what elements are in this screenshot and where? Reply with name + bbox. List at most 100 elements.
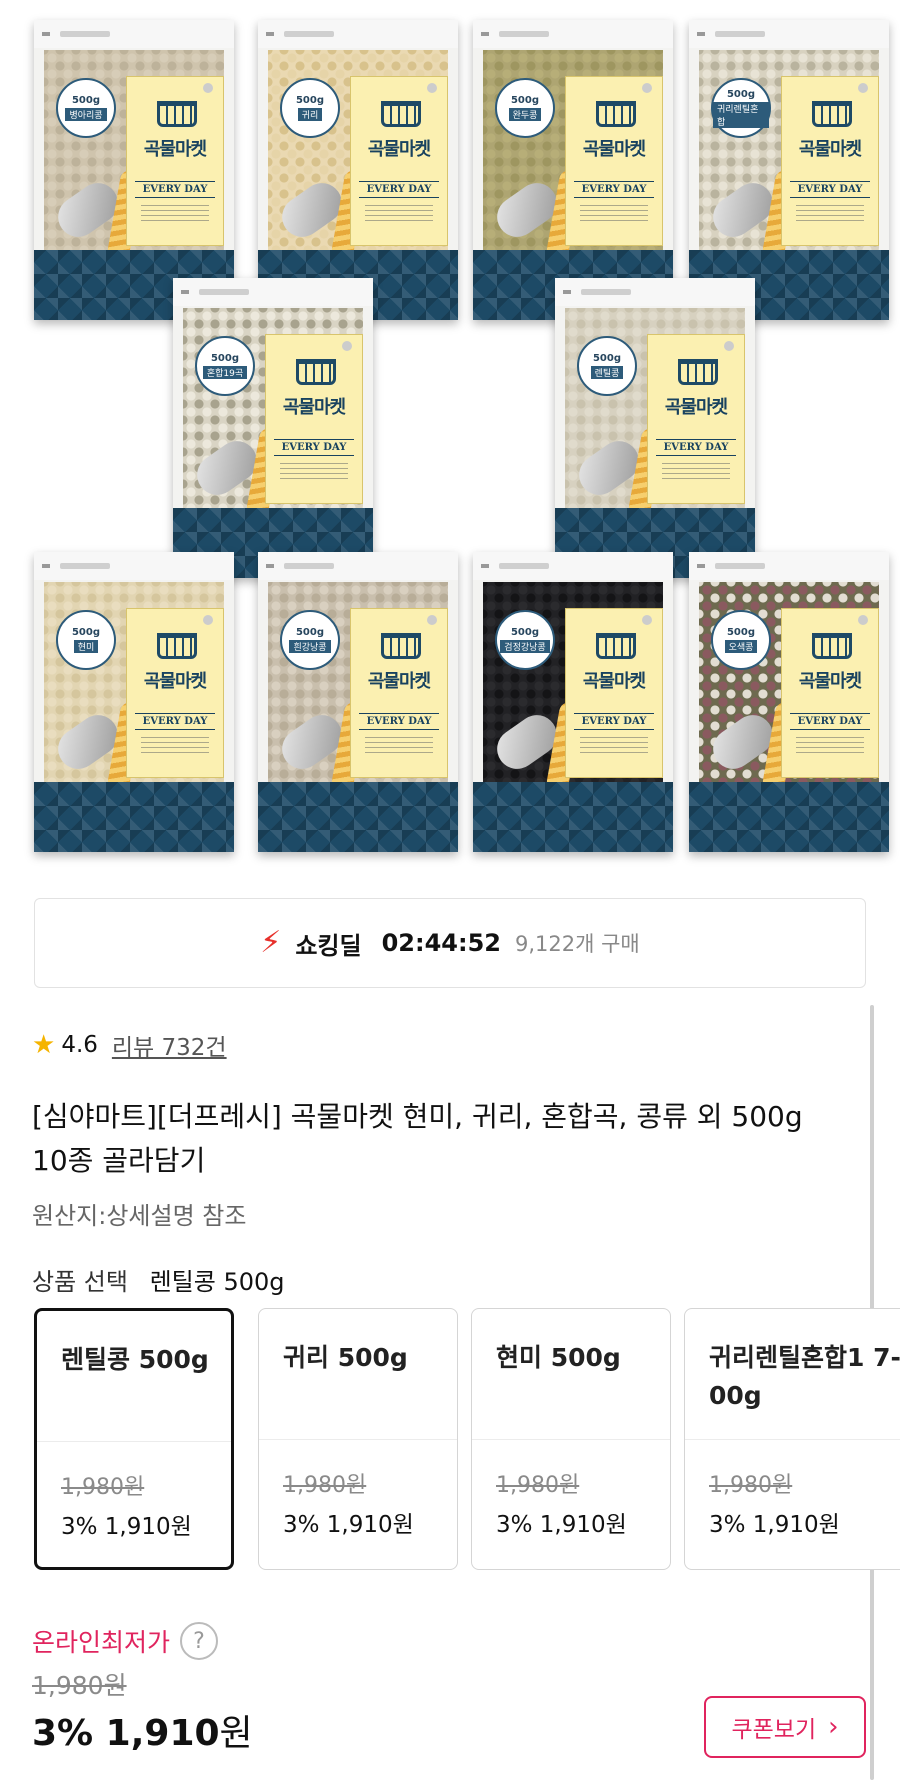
plaid-band	[689, 782, 889, 852]
basket-icon	[596, 101, 636, 127]
option-divider	[472, 1439, 670, 1440]
bag-weight: 500g	[510, 95, 540, 106]
option-select-label: 상품 선택 렌틸콩 500g	[32, 1262, 285, 1297]
bag-top	[555, 278, 755, 306]
final-price-value: 1,910	[105, 1713, 220, 1754]
basket-icon	[381, 633, 421, 659]
bag-label: 곡물마켓 EVERY DAY	[781, 76, 879, 246]
option-name: 귀리 500g	[283, 1343, 408, 1372]
plaid-band	[258, 782, 458, 852]
plaid-band	[473, 782, 673, 852]
rating-score: 4.6	[61, 1032, 98, 1058]
bag-grain-name: 흰강낭콩	[289, 640, 331, 653]
bag-top	[173, 278, 373, 306]
option-label: 상품 선택	[32, 1268, 128, 1296]
option-card[interactable]: 현미 500g 1,980원 3% 1,910원	[471, 1308, 671, 1570]
bag-tagline: EVERY DAY	[274, 439, 354, 456]
weight-badge: 500g 병아리콩	[56, 78, 116, 138]
deal-timer: 02:44:52	[381, 929, 501, 957]
lowest-price-row: 온라인최저가 ?	[32, 1622, 219, 1660]
option-sale-price: 3% 1,910원	[709, 1512, 840, 1538]
final-price: 3% 1,910원	[32, 1704, 253, 1756]
weight-badge: 500g 혼합19곡	[195, 336, 255, 396]
bag-label: 곡물마켓 EVERY DAY	[781, 608, 879, 778]
option-selected-value: 렌틸콩 500g	[149, 1268, 285, 1296]
grain-bag: 500g 오색콩 곡물마켓 EVERY DAY	[689, 552, 889, 852]
weight-badge: 500g 현미	[56, 610, 116, 670]
bag-tagline: EVERY DAY	[359, 713, 439, 730]
bag-top	[34, 20, 234, 48]
bag-tagline: EVERY DAY	[656, 439, 736, 456]
bag-top	[258, 20, 458, 48]
deal-name: 쇼킹딜	[295, 931, 362, 960]
grain-bag: 500g 혼합19곡곡물마켓 EVERY DAY	[173, 278, 373, 578]
basket-icon	[381, 101, 421, 127]
bag-tagline: EVERY DAY	[574, 713, 654, 730]
bag-top	[258, 552, 458, 580]
bag-brand: 곡물마켓	[582, 671, 646, 692]
shocking-deal-bar[interactable]: ⚡ 쇼킹딜 02:44:52 9,122개 구매	[34, 898, 866, 988]
product-image[interactable]: 500g 병아리콩 곡물마켓 EVERY DAY 500g 귀리 곡물마켓 EVERY DAY…	[0, 0, 900, 870]
option-card[interactable]: 귀리 500g 1,980원 3% 1,910원	[258, 1308, 458, 1570]
bag-tagline: EVERY DAY	[574, 181, 654, 198]
deal-sold-count: 9,122개 구매	[514, 932, 640, 956]
bag-brand: 곡물마켓	[282, 397, 346, 418]
bag-grain-name: 귀리렌틸혼합	[713, 101, 769, 128]
weight-badge: 500g 완두콩	[495, 78, 555, 138]
bag-grain-name: 완두콩	[508, 108, 542, 121]
basket-icon	[296, 359, 336, 385]
bag-grain-name: 오색콩	[724, 640, 758, 653]
weight-badge: 500g 검정강낭콩	[495, 610, 555, 670]
option-name: 귀리렌틸혼합1 7­00g	[709, 1343, 900, 1410]
basket-icon	[157, 101, 197, 127]
basket-icon	[678, 359, 718, 385]
bag-top	[689, 552, 889, 580]
review-link[interactable]: 리뷰 732건	[112, 1028, 227, 1062]
discount-rate: 3%	[32, 1713, 94, 1754]
basket-icon	[596, 633, 636, 659]
plaid-band	[34, 782, 234, 852]
bag-tagline: EVERY DAY	[790, 181, 870, 198]
bag-weight: 500g	[295, 627, 325, 638]
bag-grain-name: 귀리	[297, 108, 323, 121]
bag-weight: 500g	[510, 627, 540, 638]
option-card-list[interactable]: 렌틸콩 500g 1,980원 3% 1,910원 귀리 500g 1,980원…	[34, 1308, 900, 1570]
coupon-button[interactable]: 쿠폰보기 ›	[704, 1696, 866, 1758]
option-original-price: 1,980원	[283, 1473, 367, 1498]
bag-label: 곡물마켓 EVERY DAY	[565, 608, 663, 778]
basket-icon	[812, 101, 852, 127]
lightning-icon: ⚡	[260, 925, 282, 960]
bag-top	[689, 20, 889, 48]
option-divider	[259, 1439, 457, 1440]
bag-label: 곡물마켓 EVERY DAY	[126, 608, 224, 778]
bag-tagline: EVERY DAY	[135, 713, 215, 730]
bag-brand: 곡물마켓	[798, 139, 862, 160]
option-card[interactable]: 렌틸콩 500g 1,980원 3% 1,910원	[34, 1308, 234, 1570]
bag-brand: 곡물마켓	[582, 139, 646, 160]
bag-weight: 500g	[295, 95, 325, 106]
weight-badge: 500g 귀리렌틸혼합	[711, 78, 771, 138]
bag-weight: 500g	[726, 627, 756, 638]
weight-badge: 500g 귀리	[280, 78, 340, 138]
option-original-price: 1,980원	[496, 1473, 580, 1498]
grain-bag: 500g 검정강낭콩곡물마켓 EVERY DAY	[473, 552, 673, 852]
option-original-price: 1,980원	[709, 1473, 793, 1498]
rating: ★ 4.6 리뷰 732건	[32, 1028, 227, 1062]
option-sale-price: 3% 1,910원	[496, 1512, 627, 1538]
chevron-right-icon: ›	[828, 1712, 839, 1742]
grain-bag: 500g 렌틸콩곡물마켓 EVERY DAY	[555, 278, 755, 578]
option-card[interactable]: 귀리렌틸혼합1 7­00g 1,980원 3% 1,910원	[684, 1308, 900, 1570]
weight-badge: 500g 렌틸콩	[577, 336, 637, 396]
bag-grain-name: 병아리콩	[65, 108, 107, 121]
bag-label: 곡물마켓 EVERY DAY	[350, 76, 448, 246]
price-unit: 원	[219, 1713, 253, 1754]
option-sale-price: 3% 1,910원	[283, 1512, 414, 1538]
grain-bag: 500g 귀리 곡물마켓 EVERY DAY	[258, 20, 458, 320]
bag-top	[34, 552, 234, 580]
bag-brand: 곡물마켓	[798, 671, 862, 692]
bag-top	[473, 20, 673, 48]
help-icon[interactable]: ?	[180, 1622, 219, 1660]
option-divider	[37, 1441, 231, 1442]
bag-brand: 곡물마켓	[664, 397, 728, 418]
bag-brand: 곡물마켓	[143, 671, 207, 692]
